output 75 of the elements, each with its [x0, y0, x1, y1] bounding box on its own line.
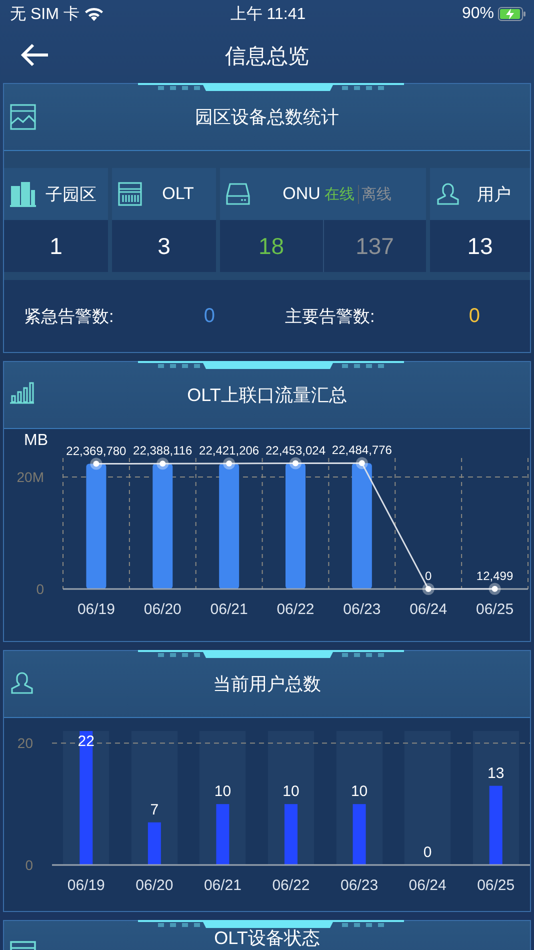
- alarm-label: 紧急告警数:: [24, 306, 114, 328]
- alarm-count: 0: [204, 304, 215, 328]
- data-label: 10: [214, 783, 232, 800]
- bar: [216, 804, 230, 865]
- x-tick-label: 06/22: [272, 877, 310, 894]
- x-tick-label: 06/20: [136, 877, 174, 894]
- user-icon: [10, 671, 34, 695]
- data-label: 22,453,024: [265, 443, 326, 458]
- online-count: 18: [258, 232, 284, 260]
- alarm-label: 主要告警数:: [285, 306, 375, 328]
- line-point: [290, 457, 302, 470]
- data-label: 0: [425, 569, 432, 583]
- column-label: ONU: [282, 184, 320, 204]
- card-title: 园区设备总数统计: [195, 106, 339, 129]
- data-label: 22,484,776: [332, 443, 392, 458]
- page-title: 信息总览: [225, 44, 309, 70]
- data-label: 10: [282, 783, 300, 800]
- column-label: 子园区: [44, 184, 98, 206]
- bar: [284, 804, 298, 865]
- card-title: OLT上联口流量汇总: [187, 384, 347, 407]
- card-title: OLT设备状态: [214, 927, 320, 950]
- line-point: [156, 458, 169, 470]
- data-label: 0: [423, 844, 432, 861]
- line-point: [223, 457, 236, 470]
- axis-unit: MB: [24, 432, 48, 449]
- user-icon: [436, 182, 460, 206]
- data-label: 22,369,780: [66, 444, 126, 458]
- data-label: 7: [150, 801, 159, 818]
- x-tick-label: 06/22: [276, 601, 314, 618]
- chart-panel-icon: [10, 104, 36, 130]
- x-tick-label: 06/25: [476, 601, 514, 618]
- bar: [352, 804, 366, 865]
- y-tick-label: 0: [36, 581, 44, 597]
- x-tick-label: 06/19: [67, 877, 105, 894]
- wifi-icon: [85, 7, 104, 21]
- x-tick-label: 06/20: [144, 601, 182, 618]
- data-label: 12,499: [476, 568, 514, 583]
- line-point: [356, 457, 368, 470]
- offline-count: 137: [356, 232, 394, 260]
- count-value: 1: [50, 232, 62, 260]
- data-label: 13: [488, 764, 504, 782]
- bar-chart-icon: [10, 382, 34, 404]
- line-point: [488, 582, 501, 595]
- data-label: 10: [350, 783, 368, 800]
- y-tick-label: 0: [25, 857, 33, 873]
- line-point: [422, 583, 434, 595]
- battery-percent: 90%: [462, 5, 494, 23]
- y-tick-label: 20: [17, 735, 33, 752]
- x-tick-label: 06/25: [477, 877, 515, 894]
- x-tick-label: 06/24: [408, 877, 446, 894]
- online-label: 在线: [324, 184, 354, 204]
- building-icon: [10, 181, 36, 207]
- data-label: 22,388,116: [133, 444, 192, 458]
- bar: [148, 822, 161, 865]
- y-tick-label: 20M: [16, 469, 44, 486]
- x-tick-label: 06/21: [210, 601, 248, 618]
- column-label: OLT: [161, 184, 195, 204]
- alarm-count: 0: [468, 304, 480, 328]
- offline-label: 离线: [358, 184, 392, 204]
- card-title: 当前用户总数: [213, 673, 321, 696]
- data-label: 22,421,206: [199, 443, 260, 458]
- status-time: 上午 11:41: [230, 4, 306, 24]
- x-tick-label: 06/23: [343, 601, 381, 618]
- drive-icon: [226, 183, 250, 205]
- x-tick-label: 06/23: [340, 877, 378, 894]
- carrier-label: 无 SIM 卡: [10, 4, 80, 24]
- count-value: 3: [158, 232, 170, 260]
- x-tick-label: 06/21: [204, 877, 242, 894]
- count-value: 13: [467, 232, 493, 260]
- x-tick-label: 06/24: [410, 601, 448, 618]
- line-point: [90, 458, 102, 470]
- battery-charging-icon: [498, 7, 526, 21]
- x-tick-label: 06/19: [77, 601, 115, 618]
- column-label: 用户: [476, 184, 512, 206]
- server-icon: [118, 182, 142, 206]
